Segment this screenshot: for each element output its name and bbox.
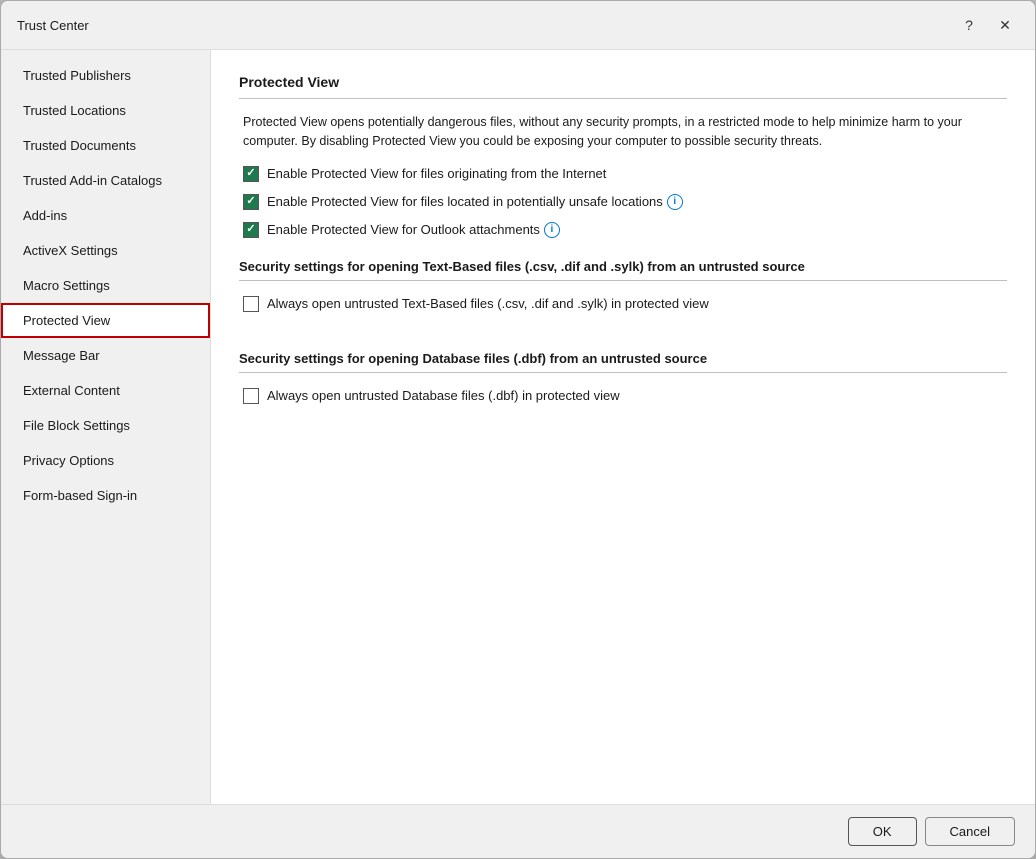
text-based-title: Security settings for opening Text-Based…: [239, 259, 1007, 274]
database-divider: [239, 372, 1007, 373]
trust-center-dialog: Trust Center ? ✕ Trusted PublishersTrust…: [0, 0, 1036, 859]
sidebar-item-trusted-publishers[interactable]: Trusted Publishers: [1, 58, 210, 93]
database-label[interactable]: Always open untrusted Database files (.d…: [267, 387, 620, 405]
cb-outlook-info-icon[interactable]: i: [544, 222, 560, 238]
page-title: Protected View: [239, 74, 1007, 90]
checkbox-row-cb-internet: ✓ Enable Protected View for files origina…: [239, 165, 1007, 183]
description-text: Protected View opens potentially dangero…: [239, 113, 1007, 151]
dialog-body: Trusted PublishersTrusted LocationsTrust…: [1, 50, 1035, 804]
sidebar-item-privacy-options[interactable]: Privacy Options: [1, 443, 210, 478]
sidebar-item-external-content[interactable]: External Content: [1, 373, 210, 408]
sidebar-item-trusted-add-in-catalogs[interactable]: Trusted Add-in Catalogs: [1, 163, 210, 198]
database-checkbox[interactable]: [243, 388, 259, 404]
cb-unsafe-locations-check-mark: ✓: [246, 196, 255, 207]
database-section: Security settings for opening Database f…: [239, 351, 1007, 415]
sidebar-item-trusted-locations[interactable]: Trusted Locations: [1, 93, 210, 128]
sidebar: Trusted PublishersTrusted LocationsTrust…: [1, 50, 211, 804]
cb-outlook-label[interactable]: Enable Protected View for Outlook attach…: [267, 221, 560, 239]
cb-internet-check-mark: ✓: [246, 168, 255, 179]
cb-internet-checkbox[interactable]: ✓: [243, 166, 259, 182]
text-based-section: Security settings for opening Text-Based…: [239, 259, 1007, 323]
title-bar: Trust Center ? ✕: [1, 1, 1035, 50]
text-based-checkbox-row: Always open untrusted Text-Based files (…: [239, 295, 1007, 313]
sidebar-item-activex-settings[interactable]: ActiveX Settings: [1, 233, 210, 268]
sidebar-item-trusted-documents[interactable]: Trusted Documents: [1, 128, 210, 163]
title-bar-controls: ? ✕: [955, 11, 1019, 39]
text-based-divider: [239, 280, 1007, 281]
sidebar-item-macro-settings[interactable]: Macro Settings: [1, 268, 210, 303]
text-based-checkbox[interactable]: [243, 296, 259, 312]
cb-unsafe-locations-info-icon[interactable]: i: [667, 194, 683, 210]
sidebar-item-protected-view[interactable]: Protected View: [1, 303, 210, 338]
cb-unsafe-locations-checkbox[interactable]: ✓: [243, 194, 259, 210]
main-content: Protected View Protected View opens pote…: [211, 50, 1035, 804]
title-divider: [239, 98, 1007, 99]
dialog-footer: OK Cancel: [1, 804, 1035, 858]
cb-internet-label[interactable]: Enable Protected View for files originat…: [267, 165, 606, 183]
cancel-button[interactable]: Cancel: [925, 817, 1015, 846]
ok-button[interactable]: OK: [848, 817, 917, 846]
close-button[interactable]: ✕: [991, 11, 1019, 39]
sidebar-item-file-block-settings[interactable]: File Block Settings: [1, 408, 210, 443]
checkbox-row-cb-outlook: ✓ Enable Protected View for Outlook attac…: [239, 221, 1007, 239]
checkbox-row-cb-unsafe-locations: ✓ Enable Protected View for files located…: [239, 193, 1007, 211]
checkbox-group-main: ✓ Enable Protected View for files origina…: [239, 165, 1007, 250]
cb-unsafe-locations-label[interactable]: Enable Protected View for files located …: [267, 193, 683, 211]
text-based-label[interactable]: Always open untrusted Text-Based files (…: [267, 295, 709, 313]
sidebar-item-form-based-sign-in[interactable]: Form-based Sign-in: [1, 478, 210, 513]
dialog-title: Trust Center: [17, 18, 89, 33]
help-button[interactable]: ?: [955, 11, 983, 39]
cb-outlook-checkbox[interactable]: ✓: [243, 222, 259, 238]
cb-outlook-check-mark: ✓: [246, 224, 255, 235]
sidebar-item-message-bar[interactable]: Message Bar: [1, 338, 210, 373]
database-title: Security settings for opening Database f…: [239, 351, 1007, 366]
database-checkbox-row: Always open untrusted Database files (.d…: [239, 387, 1007, 405]
sidebar-item-add-ins[interactable]: Add-ins: [1, 198, 210, 233]
